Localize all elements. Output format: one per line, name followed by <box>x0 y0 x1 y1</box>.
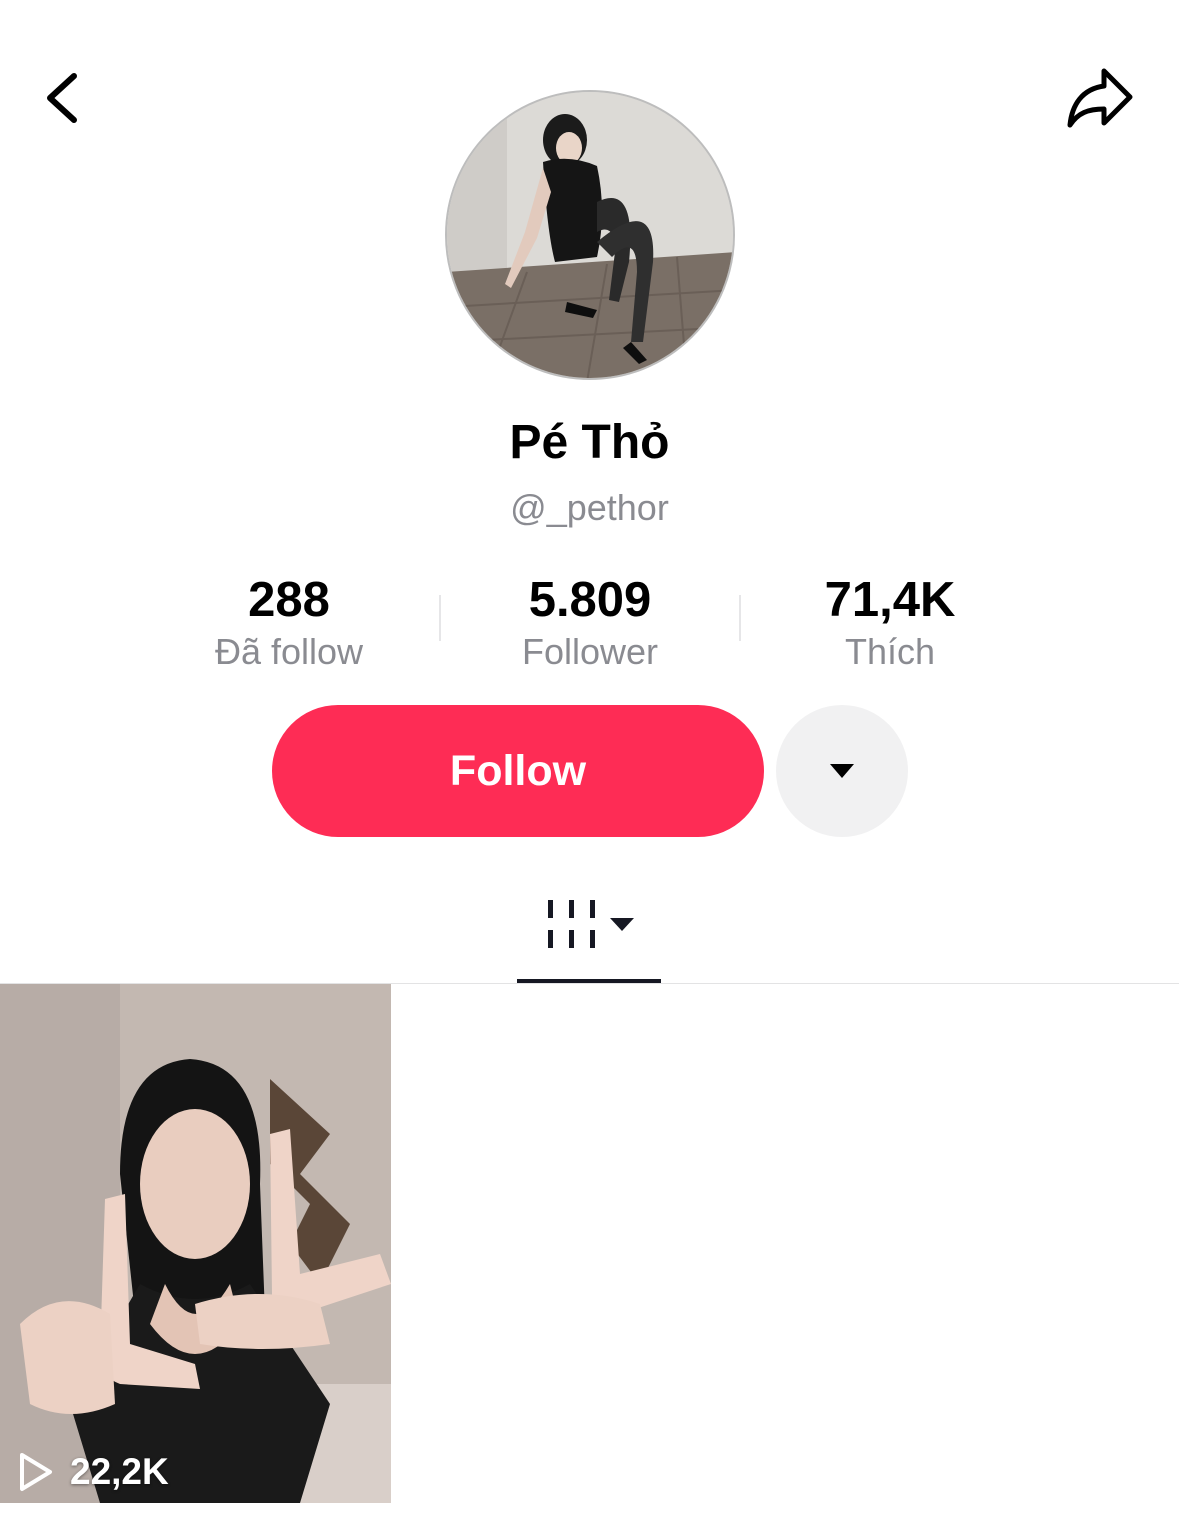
avatar-image <box>447 92 733 378</box>
following-count: 288 <box>248 573 330 627</box>
stat-following[interactable]: 288 Đã follow <box>139 570 439 674</box>
view-count: 22,2K <box>18 1451 169 1493</box>
video-thumbnail-image <box>0 984 391 1503</box>
avatar[interactable] <box>445 90 735 380</box>
following-label: Đã follow <box>214 631 364 672</box>
caret-down-icon <box>830 764 854 778</box>
share-button[interactable] <box>1058 56 1142 140</box>
stat-likes[interactable]: 71,4K Thích <box>740 570 1040 674</box>
share-arrow-icon <box>1067 68 1133 128</box>
likes-count: 71,4K <box>824 573 956 627</box>
view-count-text: 22,2K <box>70 1451 169 1492</box>
followers-count: 5.809 <box>528 573 652 627</box>
back-button[interactable] <box>22 58 102 138</box>
tab-videos[interactable] <box>517 880 661 984</box>
username: @_pethor <box>510 487 669 528</box>
follow-button[interactable]: Follow <box>272 705 764 837</box>
video-grid-icon <box>548 900 634 948</box>
stat-followers[interactable]: 5.809 Follower <box>440 570 740 674</box>
suggested-accounts-button[interactable] <box>776 705 908 837</box>
play-outline-icon <box>20 1453 52 1491</box>
display-name: Pé Thỏ <box>509 416 670 469</box>
video-thumbnail[interactable]: 22,2K <box>0 984 391 1503</box>
chevron-left-icon <box>47 73 77 123</box>
followers-label: Follower <box>521 631 659 672</box>
likes-label: Thích <box>844 631 936 672</box>
